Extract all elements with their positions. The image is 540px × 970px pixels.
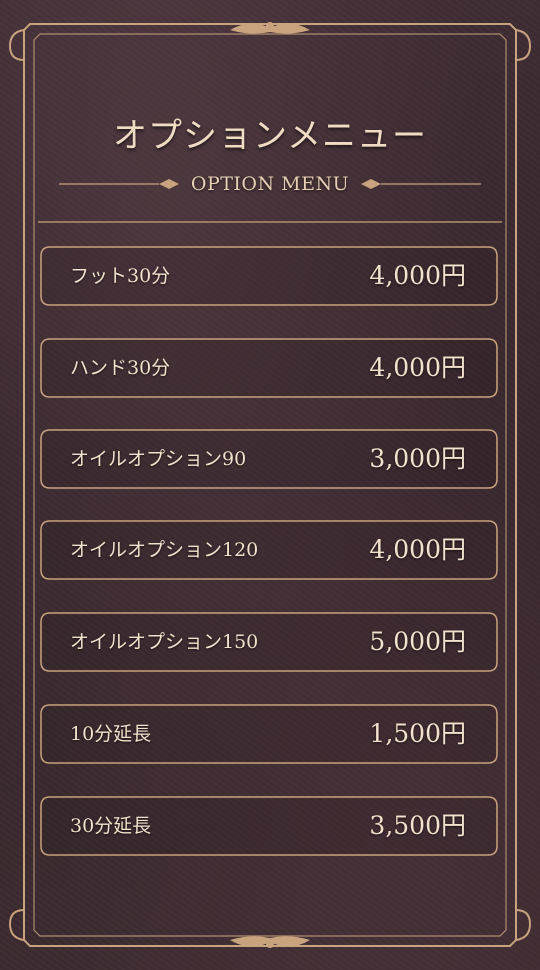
menu-item: 10分延長 1,500円 bbox=[40, 704, 498, 764]
menu-item-name: フット30分 bbox=[70, 265, 171, 287]
menu-item-name: オイルオプション120 bbox=[70, 539, 259, 561]
option-menu-page: オプションメニュー OPTION MENU フット30分 4,000円 ハンド30分… bbox=[0, 0, 540, 970]
page-title: オプションメニュー bbox=[113, 116, 427, 156]
menu-item-price: 4,000円 bbox=[369, 261, 466, 290]
menu-item-price: 4,000円 bbox=[369, 353, 466, 382]
menu-item-price: 4,000円 bbox=[369, 535, 466, 564]
page-subtitle: OPTION MENU bbox=[190, 173, 350, 195]
menu-item-price: 5,000円 bbox=[369, 627, 466, 656]
menu-item-name: ハンド30分 bbox=[70, 357, 171, 379]
menu-item-price: 1,500円 bbox=[369, 719, 466, 748]
menu-item: ハンド30分 4,000円 bbox=[40, 338, 498, 398]
menu-item: オイルオプション120 4,000円 bbox=[40, 520, 498, 580]
menu-item: オイルオプション90 3,000円 bbox=[40, 429, 498, 489]
right-ornament-icon bbox=[361, 179, 482, 189]
menu-item-name: 10分延長 bbox=[70, 723, 152, 745]
left-ornament-icon bbox=[58, 179, 179, 189]
menu-item-name: オイルオプション90 bbox=[70, 448, 247, 470]
menu-item-price: 3,500円 bbox=[369, 811, 466, 840]
menu-item-price: 3,000円 bbox=[369, 444, 466, 473]
menu-item: オイルオプション150 5,000円 bbox=[40, 612, 498, 672]
menu-item-name: 30分延長 bbox=[70, 815, 152, 837]
menu-item: フット30分 4,000円 bbox=[40, 246, 498, 306]
menu-item-name: オイルオプション150 bbox=[70, 631, 259, 653]
subtitle-row: OPTION MENU bbox=[0, 170, 540, 198]
menu-item: 30分延長 3,500円 bbox=[40, 796, 498, 856]
